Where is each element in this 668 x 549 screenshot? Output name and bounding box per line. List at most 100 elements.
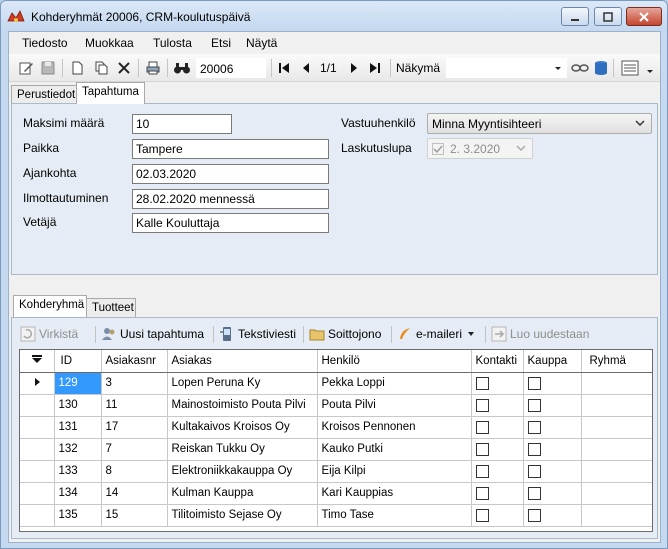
close-button[interactable] <box>626 7 662 26</box>
tab-tapahtuma[interactable]: Tapahtuma <box>76 82 145 104</box>
cell-id[interactable]: 132 <box>54 438 102 461</box>
cell-kontakti[interactable] <box>471 372 524 395</box>
contact-checkbox[interactable] <box>475 376 489 390</box>
table-row[interactable]: 133 8 Elektroniikkakauppa Oy Eija Kilpi <box>20 460 652 483</box>
max-count-field[interactable]: 10 <box>132 114 232 134</box>
cell-id[interactable]: 135 <box>54 504 102 527</box>
maximize-button[interactable] <box>594 7 622 26</box>
cell-asiakasnr[interactable]: 8 <box>101 460 168 483</box>
sms-button[interactable]: Tekstiviesti <box>219 325 296 343</box>
print-icon[interactable] <box>144 59 162 77</box>
cell-kauppa[interactable] <box>523 482 582 505</box>
column-header-ryhma[interactable]: Ryhmä <box>581 350 652 373</box>
cell-ryhma[interactable] <box>581 504 652 527</box>
cell-asiakas[interactable]: Elektroniikkakauppa Oy <box>167 460 318 483</box>
column-header-henkilo[interactable]: Henkilö <box>317 350 472 373</box>
recreate-button[interactable]: Luo uudestaan <box>491 325 589 343</box>
column-header-asiakasnr[interactable]: Asiakasnr <box>101 350 168 373</box>
table-row[interactable]: 134 14 Kulman Kauppa Kari Kauppias <box>20 482 652 505</box>
cell-asiakasnr[interactable]: 11 <box>101 394 168 417</box>
contact-checkbox[interactable] <box>475 442 489 456</box>
record-id-field[interactable]: 20006 <box>196 58 266 78</box>
view-select[interactable] <box>446 58 567 78</box>
cell-asiakasnr[interactable]: 3 <box>101 372 168 395</box>
binoculars-icon[interactable] <box>173 59 191 77</box>
delete-icon[interactable] <box>115 59 133 77</box>
call-queue-button[interactable]: Soittojono <box>309 325 381 343</box>
cell-ryhma[interactable] <box>581 438 652 461</box>
cell-henkilo[interactable]: Kroisos Pennonen <box>317 416 472 439</box>
toolbar-overflow-icon[interactable] <box>645 59 655 77</box>
database-icon[interactable] <box>592 59 610 77</box>
cell-kauppa[interactable] <box>523 416 582 439</box>
link-icon[interactable] <box>571 59 589 77</box>
cell-henkilo[interactable]: Pouta Pilvi <box>317 394 472 417</box>
cell-asiakas[interactable]: Reiskan Tukku Oy <box>167 438 318 461</box>
cell-id[interactable]: 131 <box>54 416 102 439</box>
leader-field[interactable]: Kalle Kouluttaja <box>132 213 329 233</box>
table-row[interactable]: 130 11 Mainostoimisto Pouta Pilvi Pouta … <box>20 394 652 417</box>
cell-kauppa[interactable] <box>523 394 582 417</box>
cell-kontakti[interactable] <box>471 394 524 417</box>
contact-checkbox[interactable] <box>475 486 489 500</box>
cell-id[interactable]: 129 <box>54 372 102 395</box>
billing-checkbox[interactable] <box>432 143 444 155</box>
previous-record-icon[interactable] <box>297 59 315 77</box>
deal-checkbox[interactable] <box>527 486 541 500</box>
tab-perustiedot[interactable]: Perustiedot <box>11 85 77 104</box>
cell-asiakasnr[interactable]: 14 <box>101 482 168 505</box>
menu-file[interactable]: Tiedosto <box>22 36 68 50</box>
deal-checkbox[interactable] <box>527 398 541 412</box>
contact-checkbox[interactable] <box>475 420 489 434</box>
grid-column-chooser[interactable] <box>20 350 55 373</box>
cell-henkilo[interactable]: Timo Tase <box>317 504 472 527</box>
cell-id[interactable]: 134 <box>54 482 102 505</box>
menu-find[interactable]: Etsi <box>211 36 231 50</box>
cell-asiakas[interactable]: Kultakaivos Kroisos Oy <box>167 416 318 439</box>
column-header-id[interactable]: ID <box>54 350 102 373</box>
contact-checkbox[interactable] <box>475 464 489 478</box>
menu-print[interactable]: Tulosta <box>153 36 192 50</box>
contact-checkbox[interactable] <box>475 508 489 522</box>
new-document-icon[interactable] <box>68 59 86 77</box>
deal-checkbox[interactable] <box>527 464 541 478</box>
title-bar[interactable]: Kohderyhmät 20006, CRM-koulutuspäivä <box>1 1 667 31</box>
time-field[interactable]: 02.03.2020 <box>132 164 329 184</box>
cell-ryhma[interactable] <box>581 394 652 417</box>
refresh-button[interactable]: Virkistä <box>20 325 78 343</box>
column-header-asiakas[interactable]: Asiakas <box>167 350 318 373</box>
responsible-select[interactable]: Minna Myyntisihteeri <box>427 113 652 134</box>
cell-ryhma[interactable] <box>581 416 652 439</box>
save-icon[interactable] <box>39 59 57 77</box>
billing-date-picker[interactable]: 2. 3.2020 <box>427 138 533 159</box>
cell-asiakas[interactable]: Tilitoimisto Sejase Oy <box>167 504 318 527</box>
tab-kohderyhma[interactable]: Kohderyhmä <box>13 295 87 317</box>
cell-henkilo[interactable]: Pekka Loppi <box>317 372 472 395</box>
cell-henkilo[interactable]: Kari Kauppias <box>317 482 472 505</box>
cell-kauppa[interactable] <box>523 504 582 527</box>
cell-kontakti[interactable] <box>471 482 524 505</box>
cell-henkilo[interactable]: Eija Kilpi <box>317 460 472 483</box>
first-record-icon[interactable] <box>275 59 293 77</box>
cell-henkilo[interactable]: Kauko Putki <box>317 438 472 461</box>
cell-kontakti[interactable] <box>471 504 524 527</box>
column-header-kauppa[interactable]: Kauppa <box>523 350 582 373</box>
next-record-icon[interactable] <box>345 59 363 77</box>
contact-checkbox[interactable] <box>475 398 489 412</box>
cell-kontakti[interactable] <box>471 460 524 483</box>
cell-kauppa[interactable] <box>523 372 582 395</box>
tab-tuotteet[interactable]: Tuotteet <box>86 298 136 317</box>
edit-icon[interactable] <box>17 59 35 77</box>
cell-asiakas[interactable]: Mainostoimisto Pouta Pilvi <box>167 394 318 417</box>
cell-ryhma[interactable] <box>581 460 652 483</box>
deal-checkbox[interactable] <box>527 508 541 522</box>
registration-field[interactable]: 28.02.2020 mennessä <box>132 189 329 209</box>
cell-asiakas[interactable]: Lopen Peruna Ky <box>167 372 318 395</box>
deal-checkbox[interactable] <box>527 420 541 434</box>
cell-kontakti[interactable] <box>471 416 524 439</box>
place-field[interactable]: Tampere <box>132 139 329 159</box>
cell-id[interactable]: 133 <box>54 460 102 483</box>
cell-id[interactable]: 130 <box>54 394 102 417</box>
cell-kauppa[interactable] <box>523 438 582 461</box>
email-dropdown-button[interactable]: e-maileri <box>397 325 475 343</box>
